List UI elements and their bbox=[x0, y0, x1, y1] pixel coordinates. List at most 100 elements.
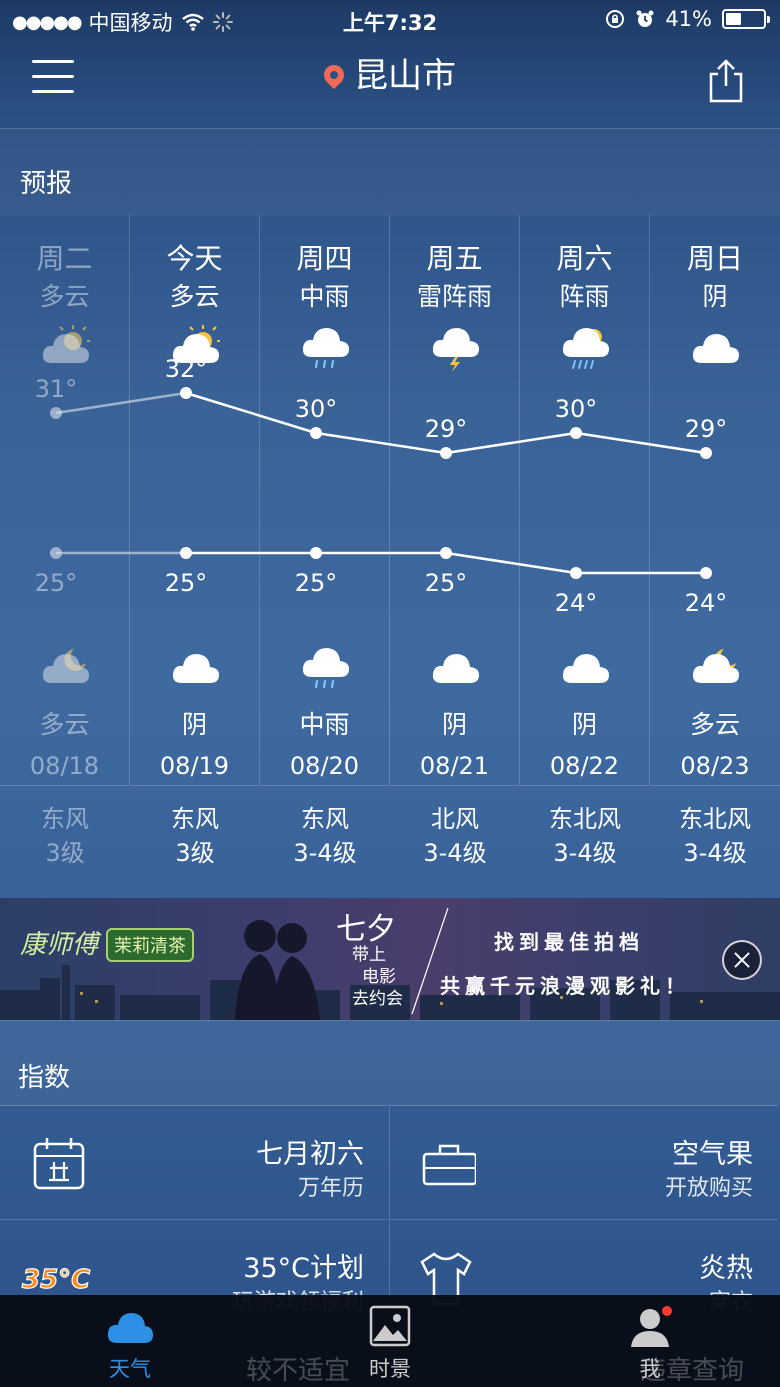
ad-divider-line bbox=[411, 907, 449, 1015]
partly-cloudy-sun-icon bbox=[42, 325, 90, 363]
night-weather: 阴 bbox=[181, 710, 207, 739]
wind-direction: 北风 bbox=[431, 805, 479, 833]
rain-icon bbox=[302, 648, 349, 689]
wind-level: 3-4级 bbox=[293, 839, 357, 867]
navigation-bar: 昆山市 bbox=[0, 40, 780, 130]
wind-row: 东风 3级 东风 3级 东风 3-4级 北风 3-4级 东北风 3-4级 东北风 3-4级 bbox=[0, 785, 780, 880]
wind-level: 3级 bbox=[175, 839, 215, 867]
index-main: 七月初六 bbox=[256, 1139, 364, 1170]
forecast-day-column: 周二 多云 多云 08/18 bbox=[0, 215, 130, 785]
calendar-icon bbox=[33, 1138, 85, 1190]
wind-level: 3-4级 bbox=[683, 839, 747, 867]
tab-weather[interactable]: 天气 bbox=[0, 1295, 260, 1387]
shower-icon bbox=[562, 328, 609, 369]
partly-cloudy-moon-icon bbox=[692, 649, 739, 683]
ad-line-1: 找到最佳拍档 bbox=[494, 930, 644, 954]
photo-icon bbox=[369, 1305, 411, 1347]
location-pin-icon bbox=[319, 60, 349, 90]
wind-cell: 东北风 3-4级 bbox=[650, 802, 780, 870]
city-name: 昆山市 bbox=[354, 56, 456, 96]
forecast-header: 预报 bbox=[0, 128, 780, 216]
cloud-icon bbox=[692, 334, 739, 363]
forecast-day-column: 今天 多云阴 08/19 bbox=[130, 215, 260, 785]
night-weather: 多云 bbox=[689, 710, 740, 739]
forecast-grid: 周二 多云 多云 08/18 今天 多云阴 08/19 周四 中雨 中雨 08/20 周五 雷阵雨阴 08… bbox=[0, 215, 780, 785]
day-weather: 阵雨 bbox=[559, 282, 610, 311]
status-bar: ●●●●● 中国移动 上午7:32 41% bbox=[0, 0, 780, 40]
day-name: 周二 bbox=[36, 242, 93, 275]
index-main: 空气果 bbox=[672, 1139, 753, 1170]
wind-cell: 北风 3-4级 bbox=[390, 802, 520, 870]
day-weather: 中雨 bbox=[299, 282, 350, 311]
cloud-icon bbox=[432, 654, 479, 683]
forecast-date: 08/22 bbox=[549, 752, 620, 780]
rotation-lock-icon bbox=[606, 10, 625, 28]
cloud-icon bbox=[562, 654, 609, 683]
wind-cell: 东北风 3-4级 bbox=[520, 802, 650, 870]
ad-line-2: 共赢千元浪漫观影礼！ bbox=[440, 974, 690, 998]
day-name: 周日 bbox=[686, 242, 743, 275]
forecast-day-column: 周六阵雨阴 08/22 bbox=[520, 215, 650, 785]
night-weather: 中雨 bbox=[299, 710, 350, 739]
partly-cloudy-sun-icon bbox=[172, 325, 220, 363]
wind-direction: 东风 bbox=[301, 805, 349, 833]
wind-cell: 东风 3级 bbox=[0, 802, 130, 870]
tab-bar: 较不适宜 违章查询 天气 时景 我 bbox=[0, 1295, 780, 1387]
night-weather: 阴 bbox=[441, 710, 467, 739]
day-weather: 多云 bbox=[39, 282, 90, 311]
day-name: 周四 bbox=[296, 242, 353, 275]
index-sub: 开放购买 bbox=[664, 1176, 753, 1201]
night-weather: 阴 bbox=[571, 710, 597, 739]
ad-tagline: 带上 电影 去约会 bbox=[352, 945, 403, 1009]
ad-brand-logo: 康师傅 bbox=[20, 930, 99, 960]
wind-cell: 东风 3级 bbox=[130, 802, 260, 870]
day-name: 周六 bbox=[556, 242, 613, 275]
day-name: 今天 bbox=[166, 242, 223, 275]
index-air-fruit[interactable]: 空气果 开放购买 bbox=[389, 1105, 777, 1219]
index-calendar[interactable]: 七月初六 万年历 bbox=[0, 1105, 388, 1219]
indices-title: 指数 bbox=[18, 1063, 71, 1093]
ad-banner[interactable]: 康师傅 茉莉清茶 七夕 带上 电影 去约会 找到最佳拍档 共赢千元浪漫观影礼！ bbox=[0, 898, 780, 1020]
day-weather: 多云 bbox=[169, 282, 220, 311]
tab-label: 天气 bbox=[109, 1357, 151, 1381]
tab-label: 时景 bbox=[369, 1357, 411, 1381]
battery-icon bbox=[722, 9, 770, 29]
index-main: 35°C计划 bbox=[243, 1253, 364, 1284]
35c-logo-icon: 35°C bbox=[21, 1264, 90, 1295]
wind-direction: 东北风 bbox=[549, 805, 621, 833]
forecast-date: 08/18 bbox=[29, 752, 100, 780]
tab-label: 我 bbox=[639, 1357, 661, 1381]
tab-scenery[interactable]: 时景 bbox=[260, 1295, 520, 1387]
wind-direction: 东风 bbox=[171, 805, 219, 833]
forecast-day-column: 周五 雷阵雨阴 08/21 bbox=[390, 215, 520, 785]
share-button[interactable] bbox=[706, 58, 746, 104]
cloud-icon bbox=[172, 654, 219, 683]
day-name: 周五 bbox=[426, 242, 483, 275]
shopping-bag-icon bbox=[422, 1144, 476, 1186]
battery-percent: 41% bbox=[665, 7, 712, 31]
forecast-day-column: 周日阴多云 08/23 bbox=[650, 215, 780, 785]
night-weather: 多云 bbox=[39, 710, 90, 739]
alarm-icon bbox=[636, 10, 654, 27]
ad-headline: 七夕 bbox=[336, 912, 396, 947]
tab-me[interactable]: 我 bbox=[520, 1295, 780, 1387]
ad-close-button[interactable] bbox=[722, 940, 762, 980]
notification-badge bbox=[662, 1306, 672, 1316]
svg-text:35°C: 35°C bbox=[22, 1265, 90, 1295]
couple-silhouette-graphic bbox=[235, 920, 320, 1020]
wind-direction: 东北风 bbox=[679, 805, 751, 833]
forecast-title: 预报 bbox=[20, 169, 73, 199]
thunderstorm-icon bbox=[432, 328, 479, 372]
day-weather: 雷阵雨 bbox=[416, 282, 492, 311]
wind-level: 3-4级 bbox=[423, 839, 487, 867]
wind-level: 3级 bbox=[45, 839, 85, 867]
rain-icon bbox=[302, 328, 349, 369]
forecast-date: 08/20 bbox=[289, 752, 360, 780]
forecast-day-column: 周四 中雨 中雨 08/20 bbox=[260, 215, 390, 785]
city-selector[interactable]: 昆山市 bbox=[0, 48, 780, 97]
index-sub: 万年历 bbox=[297, 1176, 364, 1201]
index-main: 炎热 bbox=[699, 1253, 753, 1284]
cloud-icon bbox=[107, 1313, 153, 1343]
wind-level: 3-4级 bbox=[553, 839, 617, 867]
partly-cloudy-moon-icon bbox=[42, 649, 89, 683]
